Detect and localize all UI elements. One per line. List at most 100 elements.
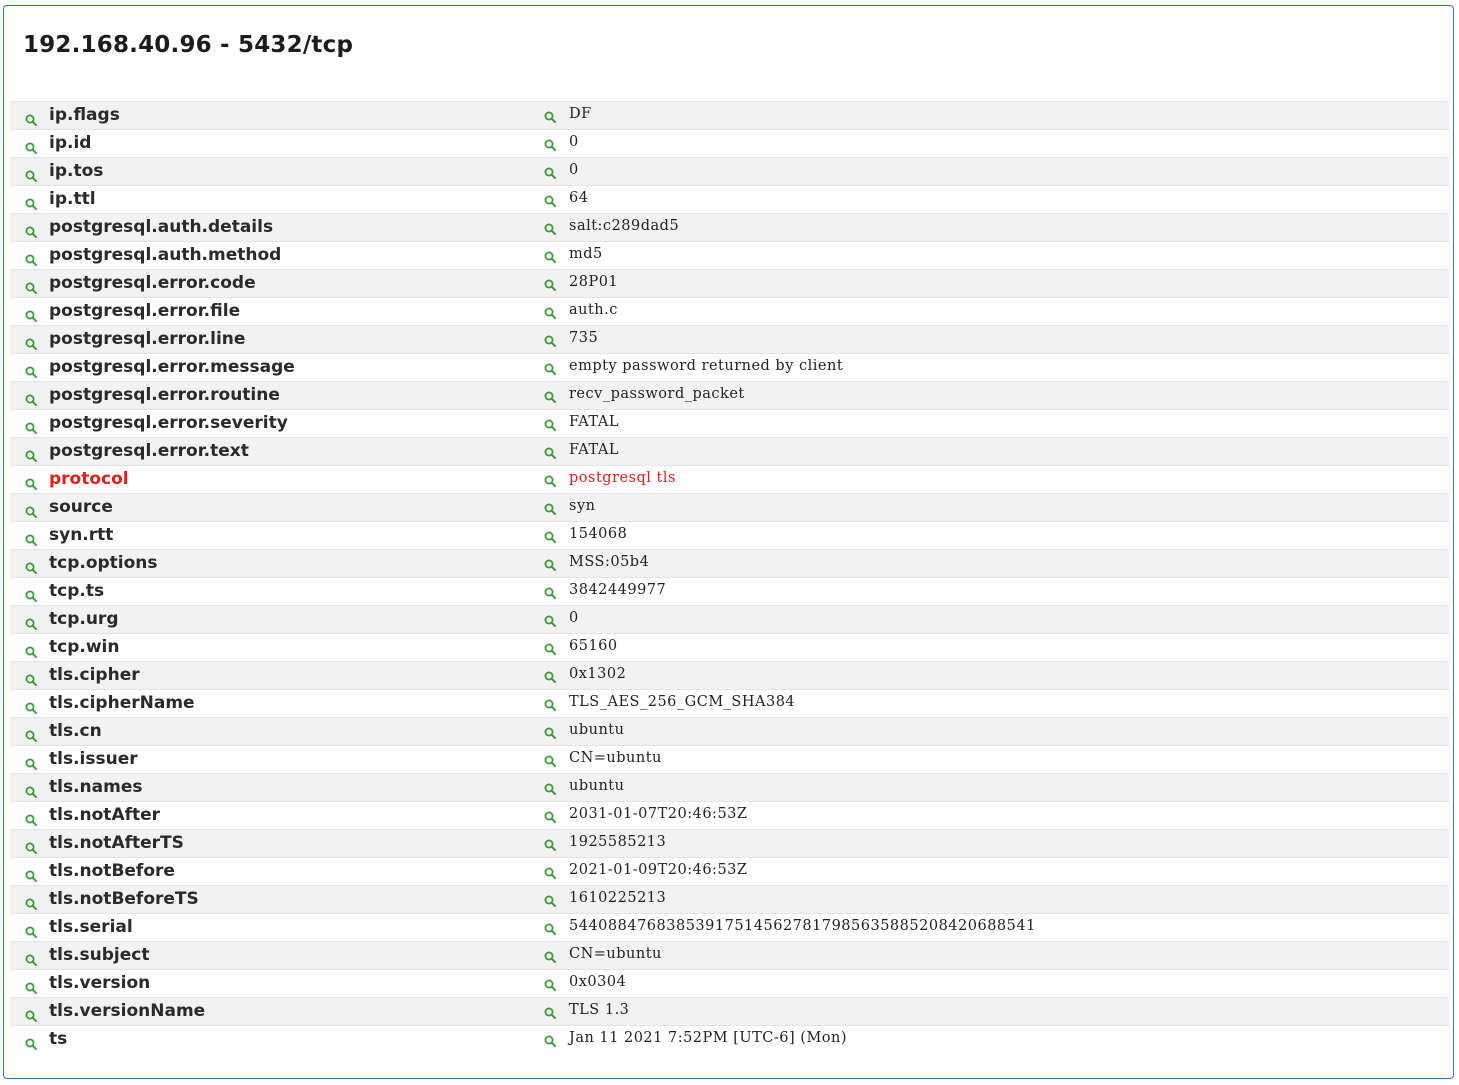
- search-icon[interactable]: [544, 920, 556, 935]
- search-icon[interactable]: [25, 867, 37, 882]
- search-icon[interactable]: [544, 360, 556, 375]
- search-icon[interactable]: [25, 307, 37, 322]
- search-icon[interactable]: [25, 923, 37, 938]
- field-row: tls.version 0x0304: [10, 969, 1449, 997]
- field-value: md5: [569, 246, 603, 262]
- search-icon[interactable]: [544, 192, 556, 207]
- search-icon[interactable]: [25, 1035, 37, 1050]
- search-icon[interactable]: [25, 223, 37, 238]
- search-icon[interactable]: [544, 304, 556, 319]
- field-row: tls.subject CN=ubuntu: [10, 941, 1449, 969]
- field-row: ip.tos 0: [10, 157, 1449, 185]
- field-key: postgresql.error.message: [49, 357, 295, 377]
- field-value: FATAL: [569, 442, 619, 458]
- field-row: tls.cn ubuntu: [10, 717, 1449, 745]
- field-row: tls.names ubuntu: [10, 773, 1449, 801]
- field-value: ubuntu: [569, 722, 625, 738]
- search-icon[interactable]: [544, 1032, 556, 1047]
- search-icon[interactable]: [25, 587, 37, 602]
- search-icon[interactable]: [25, 447, 37, 462]
- search-icon[interactable]: [544, 108, 556, 123]
- search-icon[interactable]: [25, 419, 37, 434]
- search-icon[interactable]: [544, 640, 556, 655]
- field-key: ip.flags: [49, 105, 120, 125]
- field-value: postgresql tls: [569, 470, 676, 486]
- field-row: ip.flags DF: [10, 101, 1449, 129]
- search-icon[interactable]: [25, 531, 37, 546]
- field-value: 28P01: [569, 274, 619, 290]
- search-icon[interactable]: [544, 332, 556, 347]
- search-icon[interactable]: [544, 500, 556, 515]
- search-icon[interactable]: [25, 979, 37, 994]
- search-icon[interactable]: [25, 811, 37, 826]
- field-row: ip.ttl 64: [10, 185, 1449, 213]
- field-key: postgresql.error.code: [49, 273, 256, 293]
- search-icon[interactable]: [544, 948, 556, 963]
- search-icon[interactable]: [25, 335, 37, 350]
- search-icon[interactable]: [544, 864, 556, 879]
- search-icon[interactable]: [544, 164, 556, 179]
- search-icon[interactable]: [25, 559, 37, 574]
- search-icon[interactable]: [544, 220, 556, 235]
- search-icon[interactable]: [544, 724, 556, 739]
- search-icon[interactable]: [25, 727, 37, 742]
- field-row: tls.notAfterTS 1925585213: [10, 829, 1449, 857]
- search-icon[interactable]: [25, 195, 37, 210]
- search-icon[interactable]: [25, 1007, 37, 1022]
- search-icon[interactable]: [544, 836, 556, 851]
- search-icon[interactable]: [25, 363, 37, 378]
- search-icon[interactable]: [544, 444, 556, 459]
- search-icon[interactable]: [544, 1004, 556, 1019]
- search-icon[interactable]: [544, 136, 556, 151]
- search-icon[interactable]: [544, 696, 556, 711]
- search-icon[interactable]: [544, 248, 556, 263]
- field-key: tls.notAfterTS: [49, 833, 184, 853]
- search-icon[interactable]: [25, 951, 37, 966]
- search-icon[interactable]: [25, 839, 37, 854]
- search-icon[interactable]: [25, 643, 37, 658]
- search-icon[interactable]: [25, 699, 37, 714]
- search-icon[interactable]: [544, 584, 556, 599]
- field-value: 64: [569, 190, 589, 206]
- search-icon[interactable]: [544, 976, 556, 991]
- search-icon[interactable]: [25, 755, 37, 770]
- field-value: Jan 11 2021 7:52PM [UTC-6] (Mon): [569, 1030, 848, 1046]
- field-value: empty password returned by client: [569, 358, 844, 374]
- search-icon[interactable]: [25, 167, 37, 182]
- search-icon[interactable]: [25, 279, 37, 294]
- search-icon[interactable]: [544, 892, 556, 907]
- search-icon[interactable]: [25, 251, 37, 266]
- search-icon[interactable]: [25, 783, 37, 798]
- search-icon[interactable]: [544, 276, 556, 291]
- search-icon[interactable]: [25, 139, 37, 154]
- search-icon[interactable]: [544, 780, 556, 795]
- search-icon[interactable]: [25, 475, 37, 490]
- search-icon[interactable]: [544, 528, 556, 543]
- field-value: recv_password_packet: [569, 386, 745, 402]
- search-icon[interactable]: [544, 416, 556, 431]
- field-value: 0: [569, 134, 579, 150]
- field-row: tcp.urg 0: [10, 605, 1449, 633]
- field-key: ip.ttl: [49, 189, 96, 209]
- search-icon[interactable]: [25, 671, 37, 686]
- field-key: ts: [49, 1029, 68, 1049]
- search-icon[interactable]: [544, 472, 556, 487]
- search-icon[interactable]: [544, 752, 556, 767]
- search-icon[interactable]: [25, 503, 37, 518]
- field-row: postgresql.error.routine recv_password_pa…: [10, 381, 1449, 409]
- search-icon[interactable]: [544, 388, 556, 403]
- page-title: 192.168.40.96 - 5432/tcp: [23, 32, 354, 58]
- search-icon[interactable]: [544, 556, 556, 571]
- search-icon[interactable]: [544, 612, 556, 627]
- search-icon[interactable]: [25, 111, 37, 126]
- search-icon[interactable]: [544, 808, 556, 823]
- field-value: TLS 1.3: [569, 1002, 630, 1018]
- field-value: 0: [569, 610, 579, 626]
- field-value: 1925585213: [569, 834, 667, 850]
- search-icon[interactable]: [25, 391, 37, 406]
- search-icon[interactable]: [544, 668, 556, 683]
- field-value: 0x1302: [569, 666, 627, 682]
- search-icon[interactable]: [25, 615, 37, 630]
- search-icon[interactable]: [25, 895, 37, 910]
- field-row: postgresql.auth.method md5: [10, 241, 1449, 269]
